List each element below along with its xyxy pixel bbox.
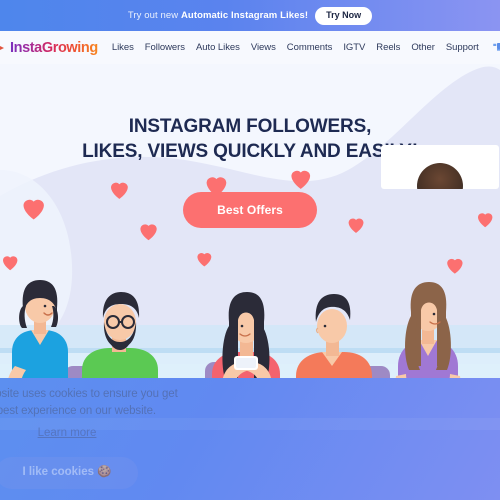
cookie-accept-button[interactable]: I like cookies 🍪 — [0, 457, 138, 489]
nav-link-comments[interactable]: Comments — [287, 42, 333, 53]
nav-link-support[interactable]: Support — [446, 42, 479, 53]
nav-link-views[interactable]: Views — [251, 42, 276, 53]
logo-text: InstaGrowing — [10, 39, 98, 56]
promo-banner-text: Try out new Automatic Instagram Likes! — [128, 10, 308, 21]
promo-text-strong: Automatic Instagram Likes! — [180, 10, 309, 21]
try-now-button[interactable]: Try Now — [315, 6, 373, 25]
avatar — [417, 163, 463, 189]
cart-button[interactable] — [491, 40, 500, 55]
main-navigation: InstaGrowing Likes Followers Auto Likes … — [0, 31, 500, 64]
hero-section: INSTAGRAM FOLLOWERS, LIKES, VIEWS QUICKL… — [0, 64, 500, 500]
shopping-cart-icon — [493, 43, 500, 51]
logo[interactable]: InstaGrowing — [0, 40, 98, 56]
best-offers-button[interactable]: Best Offers — [183, 191, 317, 228]
testimonial-card[interactable] — [381, 145, 499, 189]
headline-line-1: INSTAGRAM FOLLOWERS, — [128, 116, 372, 137]
nav-link-auto-likes[interactable]: Auto Likes — [196, 42, 240, 53]
nav-link-followers[interactable]: Followers — [145, 42, 185, 53]
headline-line-2: LIKES, VIEWS QUICKLY AND EASILY! — [82, 141, 418, 163]
promo-text-prefix: Try out new — [127, 10, 181, 21]
nav-link-likes[interactable]: Likes — [112, 42, 134, 53]
nav-link-reels[interactable]: Reels — [376, 42, 400, 53]
nav-links: Likes Followers Auto Likes Views Comment… — [112, 42, 491, 53]
nav-link-other[interactable]: Other — [411, 42, 435, 53]
cookie-consent-dialog: This website uses cookies to ensure you … — [0, 386, 182, 489]
promo-banner: Try out new Automatic Instagram Likes! T… — [0, 0, 500, 31]
arrow-right-icon — [0, 45, 4, 50]
cookie-learn-more-link[interactable]: Learn more — [38, 427, 97, 439]
cookie-consent-message: This website uses cookies to ensure you … — [0, 388, 178, 417]
nav-link-igtv[interactable]: IGTV — [343, 42, 365, 53]
